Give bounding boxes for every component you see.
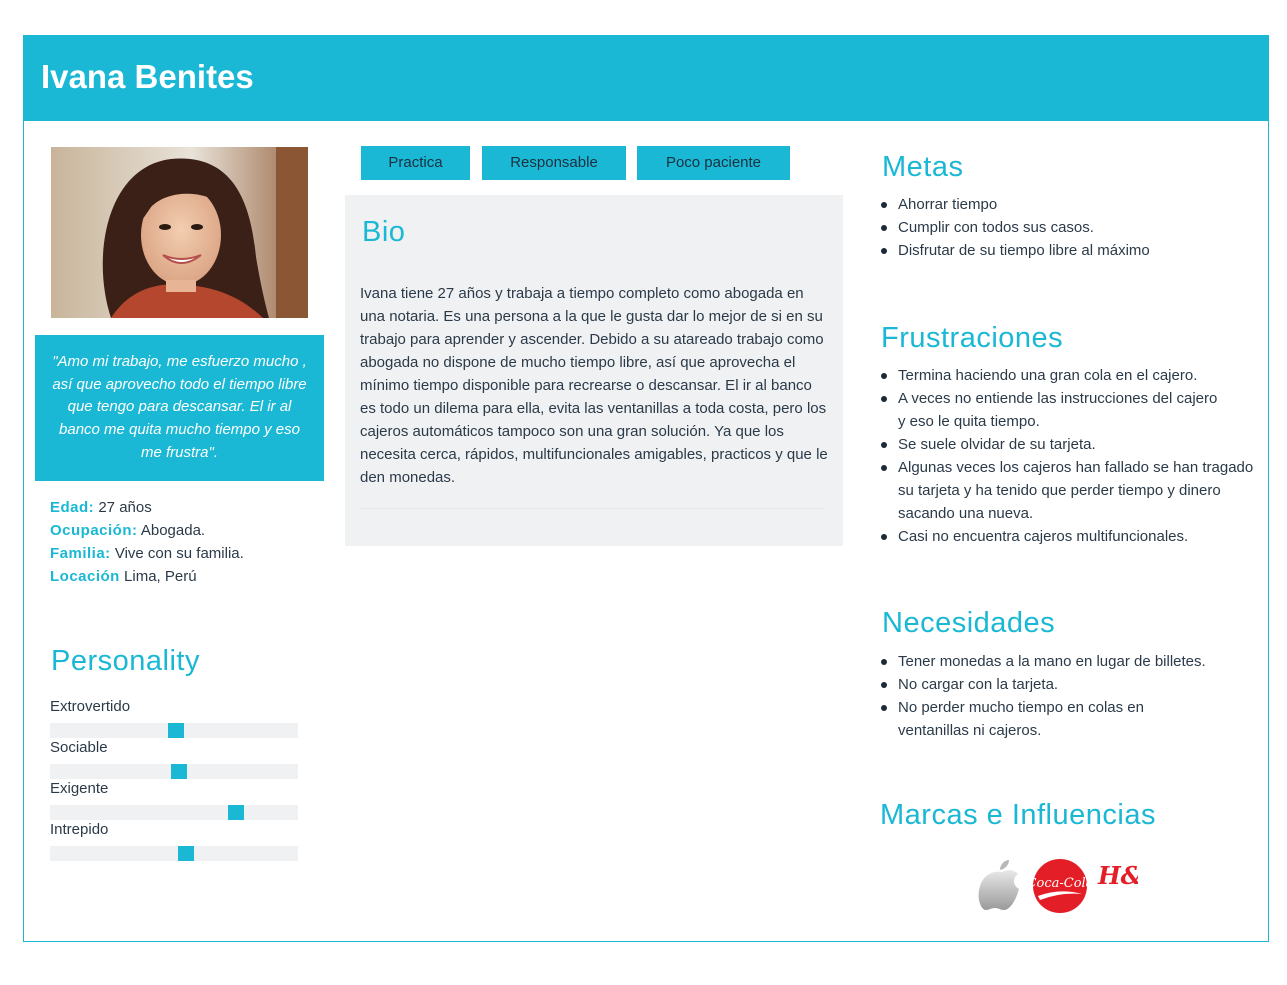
list-item: Disfrutar de su tiempo libre al máximo	[881, 239, 1258, 262]
list-item: Se suele olvidar de su tarjeta.	[881, 433, 1263, 456]
fact-edad: Edad: 27 años	[50, 496, 330, 519]
bio-panel: Bio Ivana tiene 27 años y trabaja a tiem…	[345, 195, 843, 546]
trait-row: Extrovertido	[50, 698, 298, 739]
apple-logo-icon	[978, 860, 1019, 910]
tag-poco-paciente[interactable]: Poco paciente	[637, 146, 790, 180]
list-item: Algunas veces los cajeros han fallado se…	[881, 456, 1263, 525]
hm-logo: H&M	[1097, 861, 1170, 890]
trait-slider-knob	[170, 764, 187, 779]
bio-title: Bio	[362, 216, 406, 248]
trait-row: Intrepido	[50, 821, 298, 862]
trait-slider-knob	[178, 846, 195, 861]
fact-key: Edad:	[50, 499, 95, 516]
trait-slider-track	[50, 846, 298, 861]
list-item: Tener monedas a la mano en lugar de bill…	[881, 650, 1238, 673]
necesidades-list: Tener monedas a la mano en lugar de bill…	[880, 650, 1238, 742]
header-bar: Ivana Benites	[24, 36, 1268, 121]
persona-facts: Edad: 27 años Ocupación: Abogada. Famili…	[50, 496, 330, 588]
tag-practica[interactable]: Practica	[361, 146, 470, 180]
trait-slider-knob	[228, 805, 244, 820]
metas-title: Metas	[882, 151, 964, 183]
coca-cola-logo: Coca-Cola	[1027, 859, 1094, 913]
trait-slider-track	[50, 764, 298, 779]
list-item: Cumplir con todos sus casos.	[881, 216, 1258, 239]
brand-logos: Coca-Cola H&M	[978, 858, 1170, 916]
fact-key: Ocupación:	[50, 522, 138, 539]
divider	[360, 508, 825, 509]
fact-value: Lima, Perú	[124, 568, 197, 585]
frustraciones-title: Frustraciones	[881, 322, 1064, 354]
trait-row: Exigente	[50, 780, 298, 821]
tag-responsable[interactable]: Responsable	[482, 146, 626, 180]
trait-slider-track	[50, 723, 298, 738]
frustraciones-list: Termina haciendo una gran cola en el caj…	[880, 364, 1263, 548]
persona-quote: "Amo mi trabajo, me esfuerzo mucho , así…	[35, 335, 324, 481]
list-item: Termina haciendo una gran cola en el caj…	[881, 364, 1263, 387]
fact-value: Vive con su familia.	[114, 545, 244, 562]
trait-slider-track	[50, 805, 298, 820]
coca-cola-wordmark: Coca-Cola	[1027, 876, 1094, 891]
fact-value: Abogada.	[140, 522, 206, 539]
trait-label: Sociable	[50, 739, 108, 756]
list-item: No perder mucho tiempo en colas en venta…	[881, 696, 1188, 742]
marcas-title: Marcas e Influencias	[880, 799, 1156, 831]
fact-key: Familia:	[50, 545, 111, 562]
list-item: Casi no encuentra cajeros multifuncional…	[881, 525, 1263, 548]
hm-wordmark: H&M	[1097, 861, 1138, 890]
trait-slider-knob	[168, 723, 185, 738]
fact-key: Locación	[50, 568, 120, 585]
fact-value: 27 años	[98, 499, 152, 516]
trait-label: Extrovertido	[50, 698, 131, 715]
bio-text: Ivana tiene 27 años y trabaja a tiempo c…	[360, 285, 828, 486]
metas-list: Ahorrar tiempo Cumplir con todos sus cas…	[880, 193, 1258, 262]
personality-sliders: Extrovertido Sociable Exigente Intrepido	[50, 698, 298, 862]
trait-row: Sociable	[50, 739, 298, 780]
necesidades-title: Necesidades	[882, 607, 1056, 639]
list-item: Ahorrar tiempo	[881, 193, 1258, 216]
list-item: A veces no entiende las instrucciones de…	[881, 387, 1218, 433]
trait-label: Intrepido	[50, 821, 109, 838]
list-item: No cargar con la tarjeta.	[881, 673, 1238, 696]
trait-label: Exigente	[50, 780, 109, 797]
personality-title: Personality	[51, 645, 200, 677]
persona-photo	[51, 147, 308, 318]
fact-locacion: Locación Lima, Perú	[50, 565, 330, 588]
fact-familia: Familia: Vive con su familia.	[50, 542, 330, 565]
persona-name: Ivana Benites	[41, 58, 254, 95]
fact-ocupacion: Ocupación: Abogada.	[50, 519, 330, 542]
